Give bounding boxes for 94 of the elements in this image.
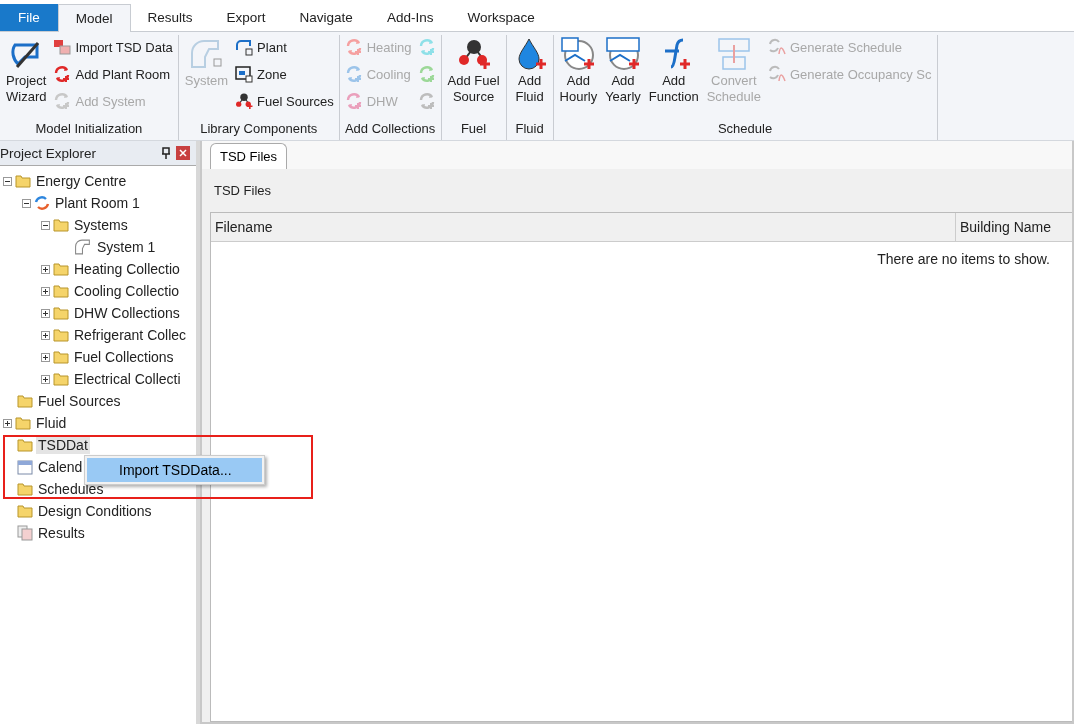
ribbon-button[interactable]: Add Fuel Source bbox=[444, 35, 503, 121]
column-header[interactable]: Building Name bbox=[956, 213, 1072, 241]
tree-item[interactable]: System 1 bbox=[95, 238, 158, 256]
folder-icon bbox=[17, 504, 33, 518]
ribbon-button[interactable]: Add Fluid bbox=[509, 35, 550, 121]
folder-icon bbox=[17, 438, 33, 452]
generate-icon bbox=[767, 38, 786, 56]
document-tab[interactable]: TSD Files bbox=[210, 143, 288, 169]
tree-item[interactable]: Fuel Collections bbox=[72, 348, 176, 366]
tree-item[interactable]: Heating Collectio bbox=[72, 260, 182, 278]
folder-icon bbox=[53, 306, 69, 320]
ribbon-button[interactable]: Zone bbox=[233, 62, 336, 86]
tree-item[interactable]: Schedules bbox=[36, 480, 106, 498]
ribbon-button[interactable]: Add Hourly bbox=[556, 35, 601, 121]
ribbon-button[interactable]: Import TSD Data bbox=[51, 35, 175, 59]
tree-item[interactable]: Energy Centre bbox=[34, 172, 129, 190]
folder-icon bbox=[53, 328, 69, 342]
expand-icon[interactable] bbox=[41, 330, 50, 340]
folder-icon bbox=[53, 218, 69, 232]
cycle-plus-icon bbox=[53, 92, 72, 110]
generate-icon bbox=[767, 65, 786, 83]
tree-item[interactable]: Systems bbox=[72, 216, 130, 234]
folder-icon bbox=[15, 174, 31, 188]
folder-icon bbox=[53, 372, 69, 386]
tree-item[interactable]: Refrigerant Collec bbox=[72, 326, 189, 344]
cycle-plus-icon bbox=[344, 92, 363, 110]
ribbon-button[interactable]: Add Function bbox=[645, 35, 702, 121]
tree-item[interactable]: Electrical Collecti bbox=[72, 370, 183, 388]
collapse-icon[interactable] bbox=[41, 220, 50, 230]
group-label: Model Initialization bbox=[34, 121, 144, 138]
folder-icon bbox=[15, 416, 31, 430]
ribbon-tab[interactable]: Add-Ins bbox=[369, 4, 451, 31]
section-heading: TSD Files bbox=[213, 182, 273, 200]
ribbon-button[interactable]: Plant bbox=[233, 35, 336, 59]
tree-item[interactable]: Calend bbox=[36, 458, 85, 476]
folder-icon bbox=[17, 482, 33, 496]
expand-icon[interactable] bbox=[41, 374, 50, 384]
expand-icon[interactable] bbox=[41, 286, 50, 296]
tree-item[interactable]: Results bbox=[36, 524, 87, 542]
column-header[interactable]: Filename bbox=[211, 213, 956, 241]
calendar-icon bbox=[17, 459, 33, 475]
duct-icon bbox=[189, 37, 224, 71]
expand-icon[interactable] bbox=[41, 352, 50, 362]
documents-icon bbox=[17, 525, 33, 541]
expand-icon[interactable] bbox=[41, 264, 50, 274]
tree-item[interactable]: DHW Collections bbox=[72, 304, 182, 322]
tree-item[interactable]: Cooling Collectio bbox=[72, 282, 182, 300]
cycle-plus-icon bbox=[417, 92, 436, 110]
group-label: Library Components bbox=[199, 121, 319, 138]
clock-schedule-icon bbox=[561, 37, 596, 71]
tree-item[interactable]: Fuel Sources bbox=[36, 392, 123, 410]
zone-icon bbox=[235, 65, 254, 83]
import-icon bbox=[53, 38, 72, 56]
file-tab[interactable]: File bbox=[0, 4, 58, 31]
collapse-icon[interactable] bbox=[22, 198, 31, 208]
ribbon-button[interactable]: Add Yearly bbox=[602, 35, 644, 121]
group-label: Schedule bbox=[716, 121, 774, 138]
menu-item[interactable]: Import TSDData... bbox=[87, 458, 262, 482]
plant-icon bbox=[235, 38, 254, 56]
cycle-plus-icon bbox=[344, 38, 363, 56]
expand-icon[interactable] bbox=[3, 418, 12, 428]
ribbon-button[interactable]: Fuel Sources bbox=[233, 89, 336, 113]
group-label: Fluid bbox=[514, 121, 545, 138]
folder-icon bbox=[53, 262, 69, 276]
empty-message: There are no items to show. bbox=[876, 250, 1051, 267]
tree-item[interactable]: Plant Room 1 bbox=[53, 194, 142, 212]
duct-icon bbox=[74, 238, 92, 256]
cycle-plus-icon bbox=[344, 65, 363, 83]
pin-icon[interactable] bbox=[162, 147, 170, 159]
ribbon-tab[interactable]: Export bbox=[209, 4, 283, 31]
folder-icon bbox=[53, 284, 69, 298]
cycle-icon bbox=[34, 195, 50, 211]
group-label: Add Collections bbox=[343, 121, 437, 138]
ribbon-button[interactable]: Add Plant Room bbox=[51, 62, 175, 86]
cycle-plus-icon bbox=[417, 38, 436, 56]
folder-icon bbox=[17, 394, 33, 408]
collapse-icon[interactable] bbox=[3, 176, 12, 186]
folder-icon bbox=[53, 350, 69, 364]
expand-icon[interactable] bbox=[41, 308, 50, 318]
clock-schedule-icon bbox=[605, 37, 640, 71]
group-label: Fuel bbox=[459, 121, 488, 138]
convert-icon bbox=[716, 37, 751, 71]
ribbon-button[interactable]: Project Wizard bbox=[3, 35, 50, 121]
tree-item[interactable]: Fluid bbox=[34, 414, 69, 432]
ribbon-tab[interactable]: Workspace bbox=[450, 4, 552, 31]
ribbon-tab[interactable]: Model bbox=[57, 4, 131, 32]
ribbon-tab[interactable]: Navigate bbox=[282, 4, 370, 31]
cycle-plus-icon bbox=[417, 65, 436, 83]
molecule-icon bbox=[456, 37, 491, 71]
molecule-icon bbox=[235, 92, 254, 110]
tree-item[interactable]: Design Conditions bbox=[36, 502, 154, 520]
ribbon-tab[interactable]: Results bbox=[130, 4, 210, 31]
cycle-plus-icon bbox=[53, 65, 72, 83]
panel-title: Project Explorer bbox=[0, 145, 98, 161]
